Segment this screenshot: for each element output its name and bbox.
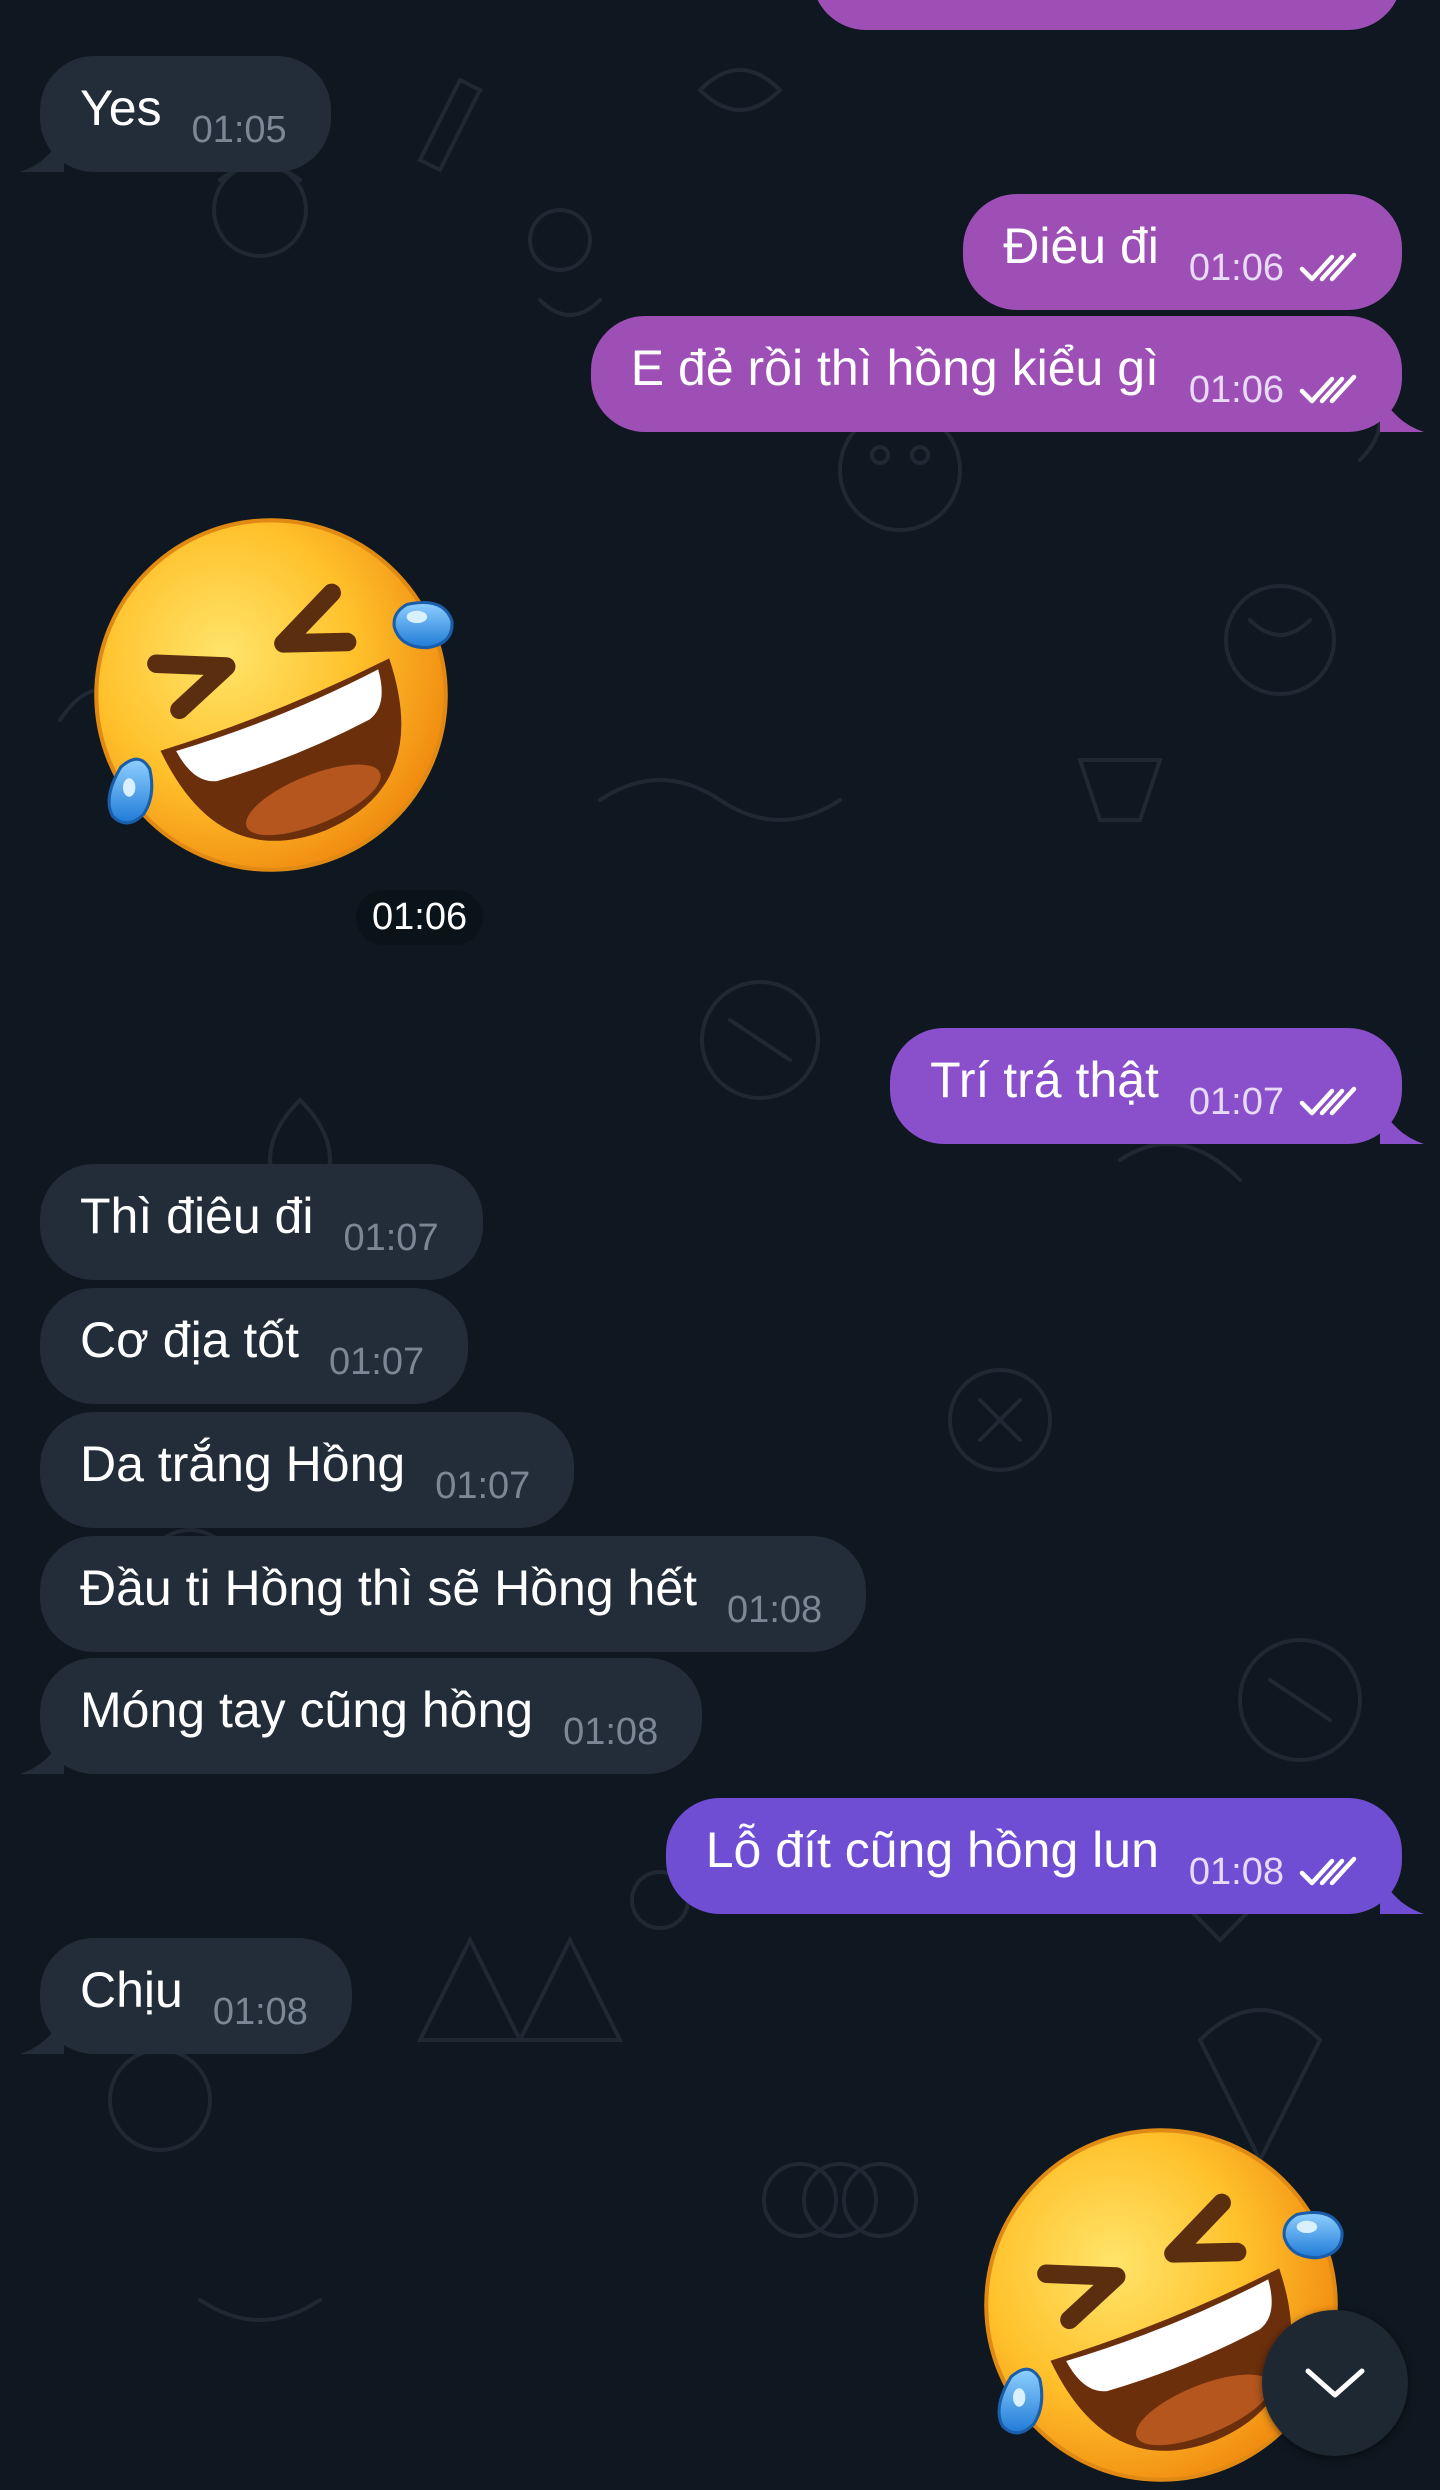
outgoing-message-bubble[interactable]: Lỗ đít cũng hồng lun 01:08: [665, 1798, 1402, 1914]
incoming-message-bubble[interactable]: Chịu 01:08: [40, 1938, 352, 2054]
bubble-tail: [20, 1734, 64, 1774]
message-text: Điêu đi: [1003, 218, 1159, 274]
message-time: 01:07: [343, 1216, 439, 1259]
outgoing-message-bubble[interactable]: Điêu đi 01:06: [963, 194, 1402, 310]
chevron-down-icon: [1305, 2368, 1365, 2398]
bubble-tail: [1380, 1104, 1424, 1144]
bubble-tail: [1380, 1874, 1424, 1914]
message-time: 01:07: [435, 1464, 531, 1507]
incoming-message-bubble[interactable]: Đầu ti Hồng thì sẽ Hồng hết 01:08: [40, 1536, 867, 1652]
message-text: E đẻ rồi thì hồng kiểu gì: [630, 340, 1159, 396]
message-text: Yes: [80, 80, 162, 136]
message-time: 01:08: [563, 1710, 659, 1753]
incoming-message-bubble[interactable]: Cơ địa tốt 01:07: [40, 1288, 469, 1404]
message-text: Cơ địa tốt: [80, 1312, 299, 1368]
message-time: 01:07: [329, 1340, 425, 1383]
double-check-icon: [1298, 373, 1358, 407]
message-text: Trí trá thật: [930, 1052, 1159, 1108]
message-time: 01:08: [212, 1990, 308, 2033]
chat-history[interactable]: Yes 01:05 Điêu đi 01:06 E đẻ rồi thì hồn…: [0, 0, 1440, 2445]
incoming-message-bubble[interactable]: Móng tay cũng hồng 01:08: [40, 1658, 703, 1774]
incoming-message-bubble[interactable]: Da trắng Hồng 01:07: [40, 1412, 575, 1528]
outgoing-message-bubble[interactable]: Trí trá thật 01:07: [890, 1028, 1402, 1144]
message-text: Chịu: [80, 1962, 183, 2018]
message-text: Lỗ đít cũng hồng lun: [705, 1822, 1159, 1878]
message-text: Da trắng Hồng: [80, 1436, 406, 1492]
message-text: Thì điêu đi: [80, 1188, 314, 1244]
message-time: 01:08: [1188, 1850, 1284, 1893]
message-time: 01:06: [1188, 246, 1284, 289]
message-time: 01:06: [1188, 368, 1284, 411]
message-time: 01:08: [727, 1588, 823, 1631]
scroll-down-button[interactable]: [1262, 2310, 1408, 2456]
double-check-icon: [1298, 1085, 1358, 1119]
sticker-time: 01:06: [356, 890, 484, 945]
message-time: 01:07: [1188, 1080, 1284, 1123]
message-time: 01:05: [191, 108, 287, 151]
outgoing-message-bubble[interactable]: E đẻ rồi thì hồng kiểu gì 01:06: [590, 316, 1402, 432]
bubble-tail: [1380, 392, 1424, 432]
bubble-tail: [20, 2014, 64, 2054]
double-check-icon: [1298, 251, 1358, 285]
message-text: Móng tay cũng hồng: [80, 1682, 534, 1738]
double-check-icon: [1298, 1855, 1358, 1889]
incoming-message-bubble[interactable]: Yes 01:05: [40, 56, 331, 172]
bubble-tail: [20, 132, 64, 172]
message-text: Đầu ti Hồng thì sẽ Hồng hết: [80, 1560, 698, 1616]
incoming-message-bubble[interactable]: Thì điêu đi 01:07: [40, 1164, 483, 1280]
outgoing-message-bubble-cut[interactable]: [812, 0, 1402, 30]
rofl-sticker[interactable]: [86, 510, 456, 880]
